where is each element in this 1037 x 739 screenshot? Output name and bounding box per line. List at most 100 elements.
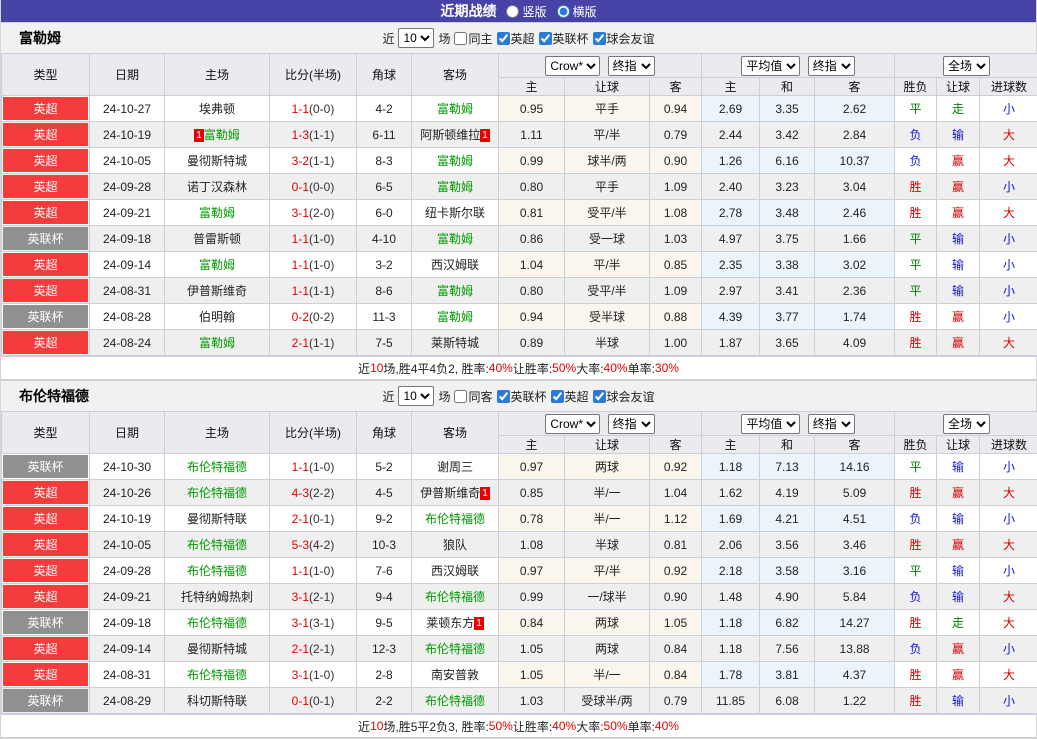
avg-away-odds: 3.02 xyxy=(815,252,895,278)
avg-draw-odds: 3.56 xyxy=(760,532,815,558)
col-away: 客场 xyxy=(412,54,499,96)
outcome-result: 胜 xyxy=(895,200,937,226)
outcome-result: 平 xyxy=(895,252,937,278)
horizontal-layout-label: 横版 xyxy=(573,3,597,20)
crow-away-odds: 0.81 xyxy=(650,532,702,558)
handicap-result: 输 xyxy=(937,122,980,148)
league-checkbox[interactable] xyxy=(539,32,552,45)
crow-home-odds: 1.05 xyxy=(499,662,565,688)
avg-home-odds: 1.18 xyxy=(702,636,760,662)
final-index-select[interactable]: 终指 xyxy=(608,56,655,76)
games-count-select[interactable]: 10 xyxy=(398,28,434,48)
handicap-result: 赢 xyxy=(937,636,980,662)
league-badge-cell: 英联杯 xyxy=(2,304,90,330)
team-name: 富勒姆 xyxy=(19,28,61,48)
league-option[interactable]: 球会友谊 xyxy=(593,30,655,47)
same-venue-option[interactable]: 同主 xyxy=(454,30,492,47)
crow-away-odds: 0.88 xyxy=(650,304,702,330)
league-badge: 英联杯 xyxy=(3,227,88,250)
away-team: 西汉姆联 xyxy=(412,252,499,278)
corner-count: 9-2 xyxy=(357,506,412,532)
league-option[interactable]: 英联杯 xyxy=(497,388,547,405)
match-score: 1-1(1-0) xyxy=(270,226,357,252)
crow-away-odds: 1.09 xyxy=(650,174,702,200)
handicap-result: 走 xyxy=(937,610,980,636)
crow-away-odds: 0.92 xyxy=(650,454,702,480)
away-team: 阿斯顿维拉1 xyxy=(412,122,499,148)
league-checkbox[interactable] xyxy=(497,390,510,403)
scope-select[interactable]: 全场 xyxy=(943,56,990,76)
match-score: 3-1(3-1) xyxy=(270,610,357,636)
horizontal-layout-option[interactable]: 横版 xyxy=(557,3,597,20)
crow-away-odds: 0.92 xyxy=(650,558,702,584)
avg-draw-odds: 3.38 xyxy=(760,252,815,278)
crow-home-odds: 0.99 xyxy=(499,148,565,174)
same-venue-checkbox[interactable] xyxy=(454,32,467,45)
bookmaker-select[interactable]: Crow* xyxy=(545,414,600,434)
same-venue-option[interactable]: 同客 xyxy=(454,388,492,405)
avg-away-odds: 1.22 xyxy=(815,688,895,714)
crow-handicap: 平手 xyxy=(565,96,650,122)
col-avg-home: 主 xyxy=(702,436,760,454)
match-row: 英联杯24-10-30布伦特福德1-1(1-0)5-2谢周三0.97两球0.92… xyxy=(2,454,1037,480)
same-venue-checkbox[interactable] xyxy=(454,390,467,403)
crow-home-odds: 1.05 xyxy=(499,636,565,662)
avg-home-odds: 2.78 xyxy=(702,200,760,226)
average-select[interactable]: 平均值 xyxy=(741,56,800,76)
match-date: 24-10-26 xyxy=(90,480,165,506)
corner-count: 4-10 xyxy=(357,226,412,252)
avg-home-odds: 2.06 xyxy=(702,532,760,558)
match-row: 英联杯24-09-18普雷斯顿1-1(1-0)4-10富勒姆0.86受一球1.0… xyxy=(2,226,1037,252)
match-date: 24-08-31 xyxy=(90,278,165,304)
handicap-result: 赢 xyxy=(937,304,980,330)
corner-count: 4-5 xyxy=(357,480,412,506)
crow-away-odds: 1.09 xyxy=(650,278,702,304)
league-option[interactable]: 英超 xyxy=(551,388,589,405)
crow-handicap: 半球 xyxy=(565,532,650,558)
match-row: 英超24-09-28布伦特福德1-1(1-0)7-6西汉姆联0.97平/半0.9… xyxy=(2,558,1037,584)
horizontal-layout-radio[interactable] xyxy=(557,5,570,18)
match-row: 英超24-10-19曼彻斯特联2-1(0-1)9-2布伦特福德0.78半/一1.… xyxy=(2,506,1037,532)
near-label: 近 xyxy=(382,30,394,47)
handicap-result: 输 xyxy=(937,278,980,304)
vertical-layout-radio[interactable] xyxy=(506,5,519,18)
crow-away-odds: 0.90 xyxy=(650,584,702,610)
crow-home-odds: 0.80 xyxy=(499,278,565,304)
col-outcome: 胜负 xyxy=(895,78,937,96)
col-avg-away: 客 xyxy=(815,78,895,96)
league-option[interactable]: 球会友谊 xyxy=(593,388,655,405)
match-row: 英联杯24-08-28伯明翰0-2(0-2)11-3富勒姆0.94受半球0.88… xyxy=(2,304,1037,330)
matches-table: 类型 日期 主场 比分(半场) 角球 客场 Crow* 终指 平均值 终指 全场 xyxy=(1,53,1037,356)
match-score: 0-2(0-2) xyxy=(270,304,357,330)
handicap-result: 走 xyxy=(937,96,980,122)
match-date: 24-09-28 xyxy=(90,174,165,200)
league-badge-cell: 英超 xyxy=(2,200,90,226)
final-index-select[interactable]: 终指 xyxy=(608,414,655,434)
scope-select[interactable]: 全场 xyxy=(943,414,990,434)
crow-handicap: 两球 xyxy=(565,610,650,636)
league-checkbox[interactable] xyxy=(497,32,510,45)
final-index-select-2[interactable]: 终指 xyxy=(808,414,855,434)
handicap-result: 输 xyxy=(937,584,980,610)
league-checkbox[interactable] xyxy=(593,390,606,403)
match-score: 2-1(2-1) xyxy=(270,636,357,662)
goals-result: 大 xyxy=(980,532,1037,558)
final-index-select-2[interactable]: 终指 xyxy=(808,56,855,76)
avg-draw-odds: 3.77 xyxy=(760,304,815,330)
league-checkbox[interactable] xyxy=(593,32,606,45)
corner-count: 12-3 xyxy=(357,636,412,662)
games-count-select[interactable]: 10 xyxy=(398,386,434,406)
vertical-layout-option[interactable]: 竖版 xyxy=(506,3,546,20)
match-date: 24-10-05 xyxy=(90,532,165,558)
league-option[interactable]: 英联杯 xyxy=(539,30,589,47)
bookmaker-select[interactable]: Crow* xyxy=(545,56,600,76)
league-badge-cell: 英超 xyxy=(2,122,90,148)
average-select[interactable]: 平均值 xyxy=(741,414,800,434)
match-score: 3-2(1-1) xyxy=(270,148,357,174)
red-card-badge: 1 xyxy=(474,617,484,630)
league-checkbox[interactable] xyxy=(551,390,564,403)
league-option[interactable]: 英超 xyxy=(497,30,535,47)
col-odds-away: 客 xyxy=(650,78,702,96)
league-badge: 英联杯 xyxy=(3,689,88,712)
outcome-result: 胜 xyxy=(895,480,937,506)
